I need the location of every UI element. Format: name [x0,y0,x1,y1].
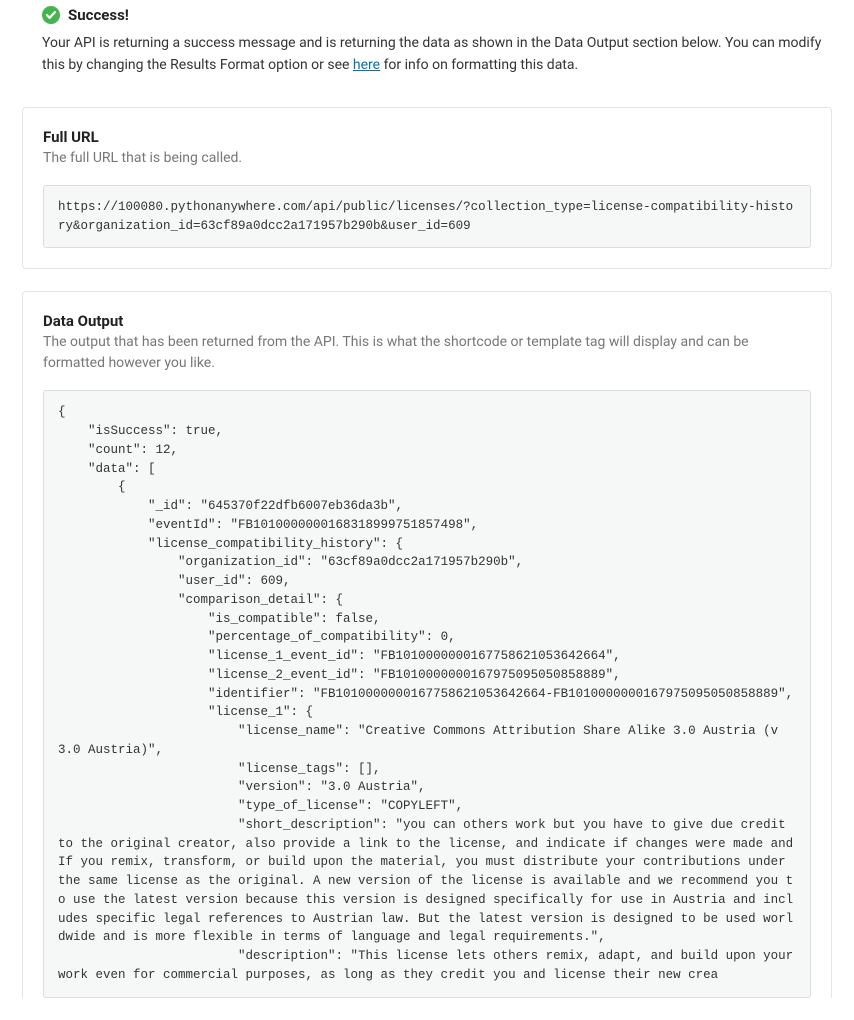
full-url-description: The full URL that is being called. [23,148,831,185]
full-url-panel: Full URL The full URL that is being call… [22,107,832,270]
success-message: Your API is returning a success message … [42,32,832,77]
success-header: Success! [0,0,854,32]
data-output-panel: Data Output The output that has been ret… [22,291,832,997]
full-url-value[interactable]: https://100080.pythonanywhere.com/api/pu… [43,185,811,249]
data-output-json[interactable]: { "isSuccess": true, "count": 12, "data"… [43,390,811,997]
success-message-block: Your API is returning a success message … [0,32,854,85]
success-help-link[interactable]: here [353,57,380,73]
data-output-description: The output that has been returned from t… [23,332,831,390]
checkmark-circle-icon [42,6,60,24]
full-url-title: Full URL [23,108,831,148]
data-output-title: Data Output [23,292,831,332]
success-title: Success! [68,6,129,24]
success-message-after: for info on formatting this data. [380,57,578,73]
